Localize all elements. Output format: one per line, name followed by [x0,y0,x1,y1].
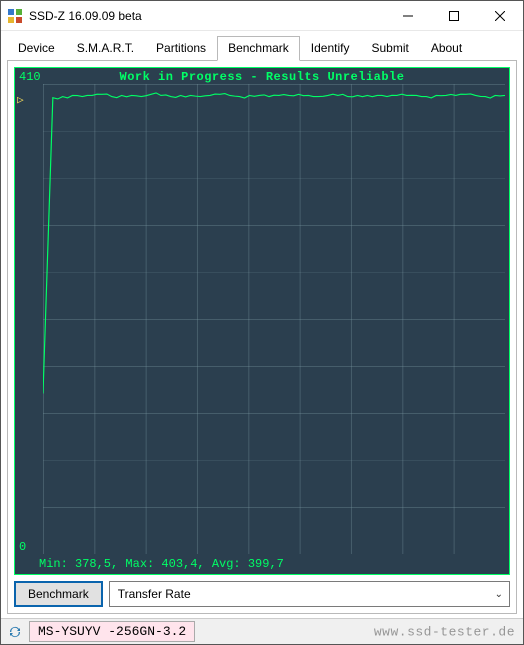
tab-partitions[interactable]: Partitions [145,36,217,61]
tab-about[interactable]: About [420,36,473,61]
watermark-text: www.ssd-tester.de [374,624,515,639]
chevron-down-icon: ⌄ [495,589,503,600]
drive-selector[interactable]: MS-YSUYV -256GN-3.2 [29,621,195,642]
statusbar: MS-YSUYV -256GN-3.2 www.ssd-tester.de [1,618,523,644]
tab-submit[interactable]: Submit [360,36,419,61]
benchmark-button[interactable]: Benchmark [14,581,103,607]
refresh-icon[interactable] [7,624,23,640]
benchmark-controls: Benchmark Transfer Rate ⌄ [14,581,510,607]
close-button[interactable] [477,1,523,30]
tab-panel-benchmark: Work in Progress - Results Unreliable 41… [7,60,517,614]
tab-smart[interactable]: S.M.A.R.T. [66,36,145,61]
y-axis-min: 0 [19,540,26,554]
chart-stats: Min: 378,5, Max: 403,4, Avg: 399,7 [39,557,284,571]
chart-cursor-icon: ▷ [17,93,24,107]
window-title: SSD-Z 16.09.09 beta [29,9,385,23]
mode-dropdown[interactable]: Transfer Rate ⌄ [109,581,510,607]
window-controls [385,1,523,30]
chart-title: Work in Progress - Results Unreliable [15,70,509,84]
tab-bar: Device S.M.A.R.T. Partitions Benchmark I… [1,31,523,60]
y-axis-max: 410 [19,70,41,84]
titlebar: SSD-Z 16.09.09 beta [1,1,523,31]
maximize-button[interactable] [431,1,477,30]
tab-device[interactable]: Device [7,36,66,61]
minimize-button[interactable] [385,1,431,30]
app-icon [7,8,23,24]
mode-dropdown-value: Transfer Rate [118,587,191,601]
app-window: SSD-Z 16.09.09 beta Device S.M.A.R.T. Pa… [0,0,524,645]
tab-identify[interactable]: Identify [300,36,361,61]
chart-plot-area [43,84,505,554]
tab-benchmark[interactable]: Benchmark [217,36,300,61]
chart-line [43,84,505,554]
benchmark-chart: Work in Progress - Results Unreliable 41… [14,67,510,575]
